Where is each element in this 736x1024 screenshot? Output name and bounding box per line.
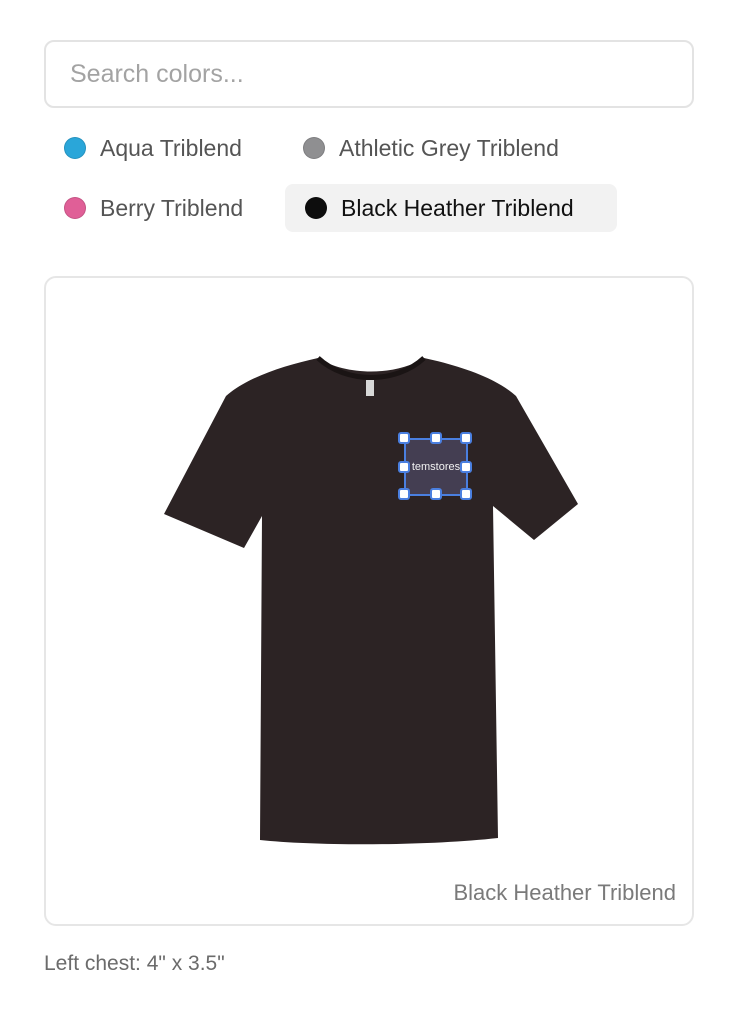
resize-handle-bottom-right[interactable] <box>460 488 472 500</box>
resize-handle-top[interactable] <box>430 432 442 444</box>
color-swatch-dot <box>303 137 325 159</box>
color-option-aqua-triblend[interactable]: Aqua Triblend <box>54 124 252 172</box>
resize-handle-bottom-left[interactable] <box>398 488 410 500</box>
color-option-berry-triblend[interactable]: Berry Triblend <box>54 184 253 232</box>
color-option-black-heather-triblend[interactable]: Black Heather Triblend <box>285 184 617 232</box>
resize-handle-left[interactable] <box>398 461 410 473</box>
color-swatch-dot <box>64 197 86 219</box>
search-input[interactable] <box>46 42 692 106</box>
color-option-athletic-grey-triblend[interactable]: Athletic Grey Triblend <box>293 124 569 172</box>
product-preview: temstores Black Heather Triblend <box>44 276 694 926</box>
color-swatch-dot <box>64 137 86 159</box>
color-option-label: Aqua Triblend <box>100 134 242 161</box>
resize-handle-top-left[interactable] <box>398 432 410 444</box>
color-option-label: Athletic Grey Triblend <box>339 134 559 161</box>
tshirt-body <box>164 358 578 845</box>
color-search[interactable] <box>44 40 694 108</box>
placement-note: Left chest: 4" x 3.5" <box>44 952 225 975</box>
color-option-label: Black Heather Triblend <box>341 194 574 221</box>
tshirt-label-tag <box>366 380 374 396</box>
design-placement-box[interactable]: temstores <box>398 432 472 500</box>
design-text: temstores <box>411 461 461 473</box>
preview-color-caption: Black Heather Triblend <box>453 880 676 905</box>
color-swatch-dot <box>305 197 327 219</box>
resize-handle-bottom[interactable] <box>430 488 442 500</box>
resize-handle-right[interactable] <box>460 461 472 473</box>
tshirt-mockup <box>164 356 578 845</box>
resize-handle-top-right[interactable] <box>460 432 472 444</box>
color-option-label: Berry Triblend <box>100 194 244 221</box>
